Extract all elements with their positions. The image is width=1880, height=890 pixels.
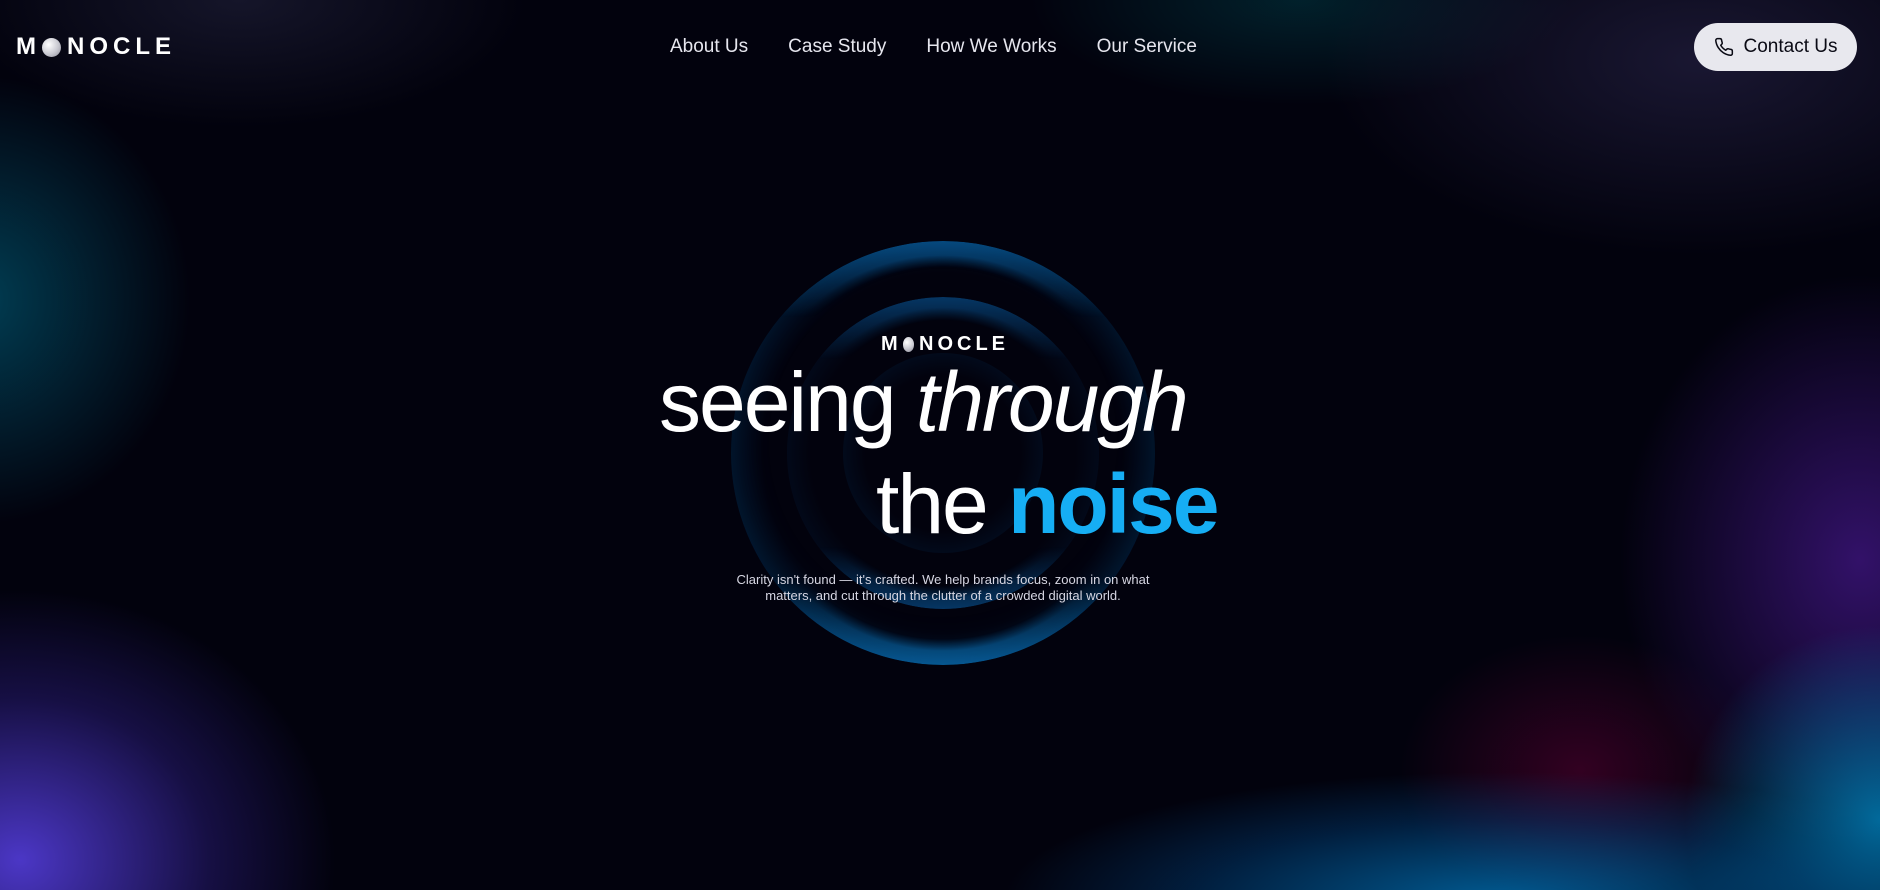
hero-headline-line-1: seeing through [659,352,1189,452]
monocle-lens-icon [42,37,61,57]
site-header: M NOCLE About Us Case Study How We Works… [0,0,1880,96]
nav-item-our-service[interactable]: Our Service [1097,36,1197,58]
main-nav: About Us Case Study How We Works Our Ser… [670,36,1197,58]
headline-word-noise: noise [1008,457,1219,551]
nav-item-about-us[interactable]: About Us [670,36,748,58]
headline-word-through: through [915,355,1189,449]
brand-logo[interactable]: M NOCLE [16,33,176,61]
monocle-lens-icon [902,336,914,352]
hero-headline-line-2: the noise [876,454,1220,554]
contact-us-label: Contact Us [1743,36,1838,57]
logo-letters-rest: NOCLE [67,33,176,60]
nav-item-how-we-works[interactable]: How We Works [926,36,1056,58]
headline-word-the: the [876,457,1009,551]
phone-icon [1714,37,1734,57]
contact-us-button[interactable]: Contact Us [1694,23,1857,71]
logo-letter-m: M [16,33,41,60]
hero-subtext: Clarity isn't found — it's crafted. We h… [736,572,1150,603]
nav-item-case-study[interactable]: Case Study [788,36,886,58]
headline-word-seeing: seeing [659,355,916,449]
